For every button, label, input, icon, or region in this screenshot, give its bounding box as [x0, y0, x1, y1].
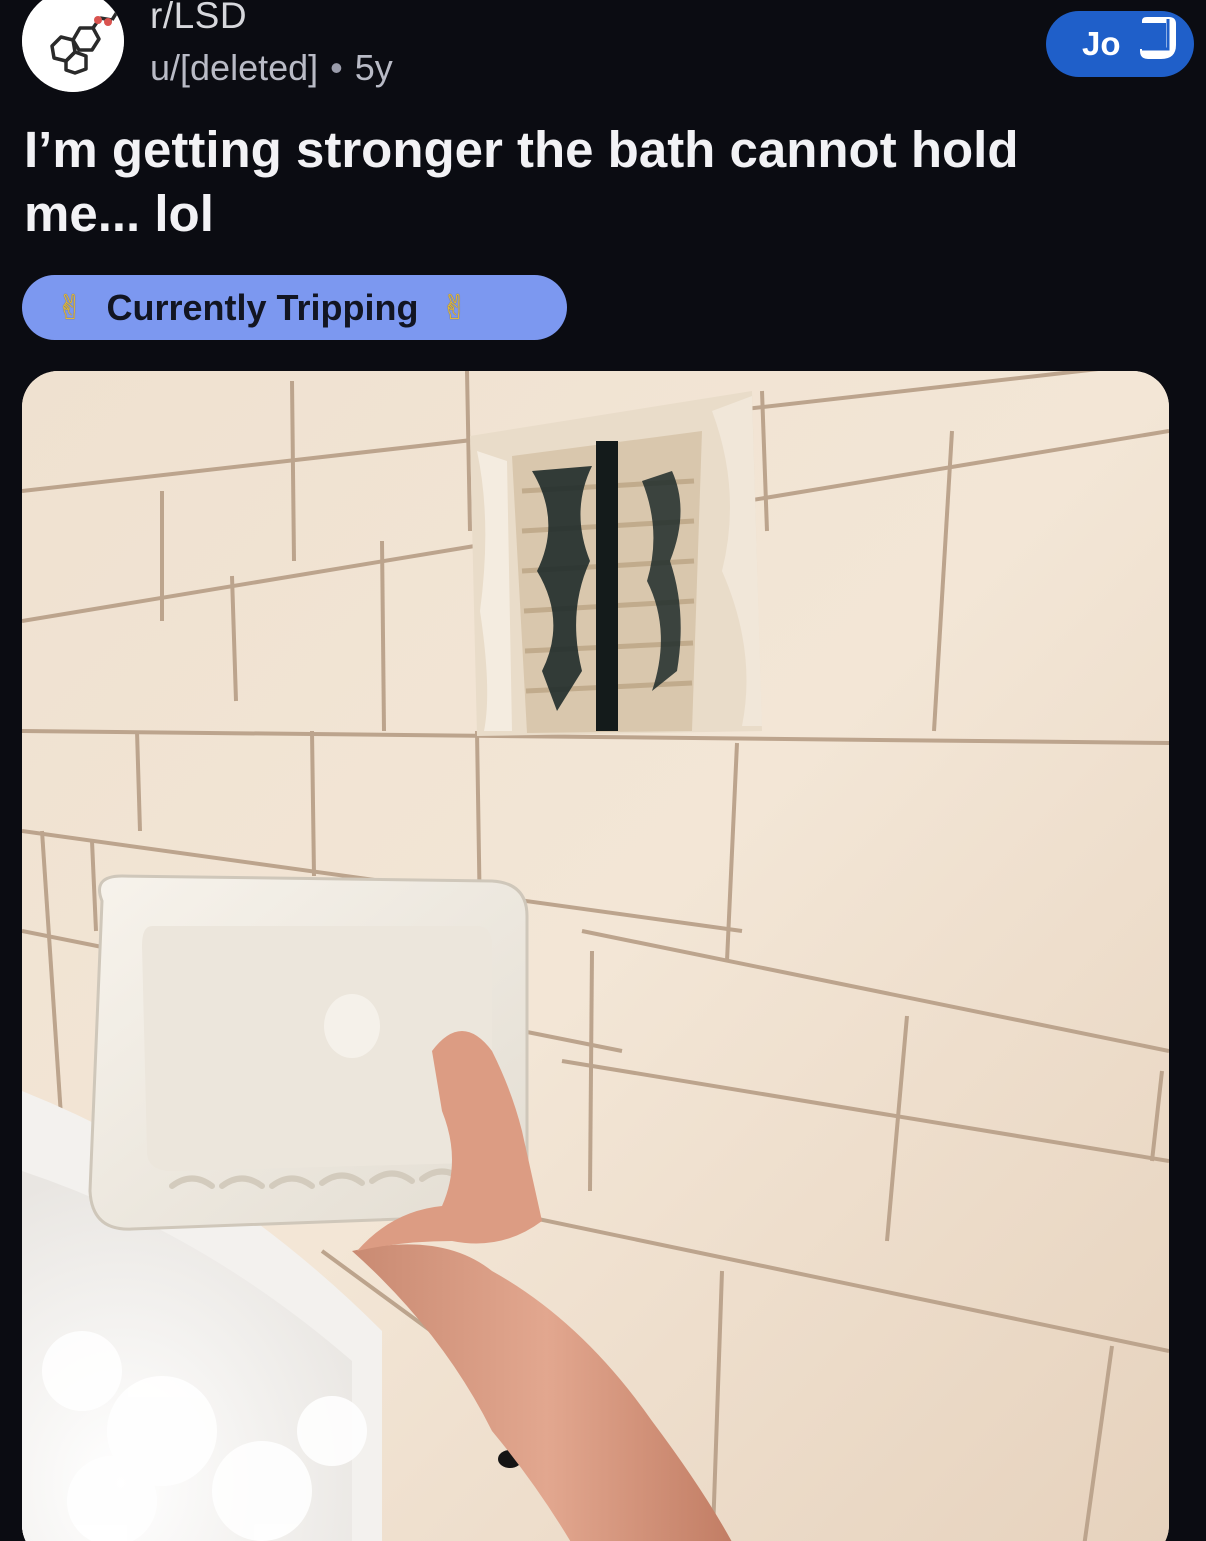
subreddit-avatar-molecule-icon[interactable]	[22, 0, 124, 92]
post-age: 5y	[354, 47, 393, 88]
join-button[interactable]: Jo	[1046, 11, 1194, 77]
author-name[interactable]: u/[deleted]	[150, 47, 318, 88]
post-screen: r/LSD u/[deleted] • 5y Jo I’m getting stro…	[0, 0, 1206, 1541]
post-meta: u/[deleted] • 5y	[150, 46, 393, 90]
flair-label: Currently Tripping	[106, 286, 419, 328]
post-image[interactable]	[22, 371, 1169, 1541]
wall-hole	[470, 391, 762, 736]
join-button-label: Jo	[1082, 25, 1121, 62]
peace-hand-icon: ✌	[56, 288, 85, 327]
meta-separator: •	[330, 47, 343, 88]
post-title[interactable]: I’m getting stronger the bath cannot hol…	[24, 118, 1144, 246]
subreddit-name[interactable]: r/LSD	[150, 0, 247, 38]
hand-cursor-icon	[1140, 17, 1176, 59]
peace-hand-icon: ✌	[440, 288, 470, 327]
post-flair[interactable]: ✌ Currently Tripping ✌	[22, 275, 567, 340]
bathroom-photo	[22, 371, 1169, 1541]
